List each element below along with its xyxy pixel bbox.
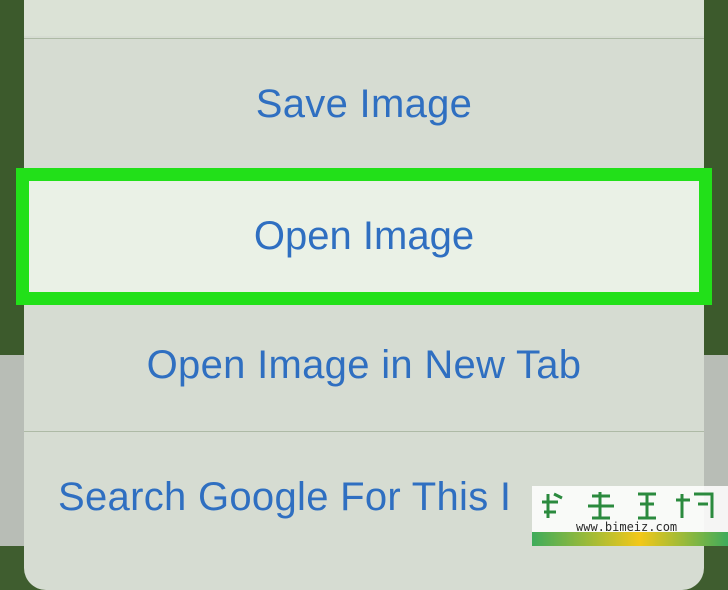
- menu-separator: [24, 38, 704, 39]
- watermark: www.bimeiz.com: [532, 486, 728, 546]
- open-image-button[interactable]: Open Image: [29, 181, 699, 292]
- highlighted-menu-item: Open Image: [16, 168, 712, 305]
- previous-item-partial: [212, 0, 412, 4]
- watermark-stripe: [532, 532, 728, 546]
- watermark-logo-icon: [542, 492, 714, 520]
- save-image-button[interactable]: Save Image: [24, 40, 704, 168]
- open-image-in-new-tab-button[interactable]: Open Image in New Tab: [24, 300, 704, 430]
- action-sheet-top-edge: [24, 0, 704, 36]
